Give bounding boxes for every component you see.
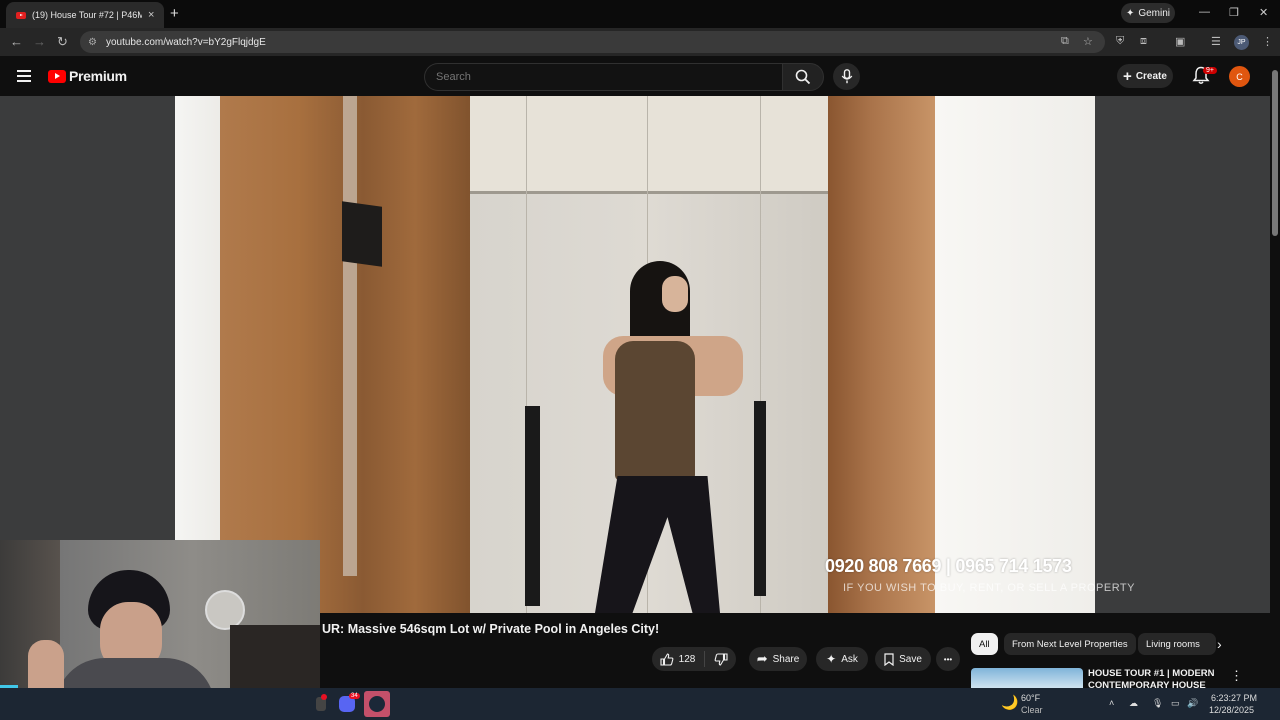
ask-button[interactable]: ✦ Ask	[816, 647, 868, 671]
weather-temperature[interactable]: 60°F	[1021, 693, 1040, 703]
chip-all[interactable]: All	[971, 633, 998, 655]
share-label: Share	[772, 653, 800, 665]
split-view-icon[interactable]: ▣	[1175, 35, 1185, 48]
tab-title: (19) House Tour #72 | P46M LU	[32, 10, 142, 20]
steam-taskbar-button[interactable]	[364, 691, 390, 717]
notification-badge: 9+	[1203, 67, 1217, 74]
new-tab-button[interactable]: +	[170, 5, 179, 22]
shield-extension-icon[interactable]: ⛨	[1116, 35, 1124, 48]
video-overlay-subtitle: IF YOU WISH TO BUY, RENT, OR SELL A PROP…	[843, 582, 1135, 594]
chip-living-rooms[interactable]: Living rooms	[1138, 633, 1216, 655]
video-title: UR: Massive 546sqm Lot w/ Private Pool i…	[322, 622, 660, 636]
browser-menu-icon[interactable]: ⋮	[1262, 35, 1273, 48]
like-divider	[704, 651, 706, 667]
bookmark-star-icon[interactable]: ☆	[1083, 35, 1093, 48]
back-icon[interactable]: ←	[10, 34, 23, 49]
clock-date[interactable]: 12/28/2025	[1209, 705, 1254, 715]
address-bar[interactable]: ⚙ youtube.com/watch?v=bY2gFlqjdgE	[80, 31, 1105, 53]
sparkle-icon: ✦	[1125, 7, 1135, 19]
create-label: Create	[1135, 70, 1167, 82]
gemini-button[interactable]: ✦ Gemini	[1121, 3, 1175, 23]
window-close-button[interactable]: ✕	[1259, 6, 1268, 19]
video-scene-right-wall	[935, 96, 1095, 613]
create-button[interactable]: + Create	[1117, 64, 1173, 88]
user-avatar[interactable]: C	[1229, 66, 1250, 87]
minimize-button[interactable]: —	[1199, 6, 1210, 18]
site-info-icon[interactable]: ⚙	[88, 37, 97, 48]
bookmark-icon	[884, 652, 894, 666]
share-arrow-icon: ➦	[756, 651, 768, 666]
search-box[interactable]	[424, 63, 782, 91]
recording-dot-icon	[321, 694, 327, 700]
youtube-favicon-icon	[16, 11, 26, 19]
extensions-puzzle-icon[interactable]: ⧈	[1140, 35, 1147, 48]
browser-tab[interactable]: (19) House Tour #72 | P46M LU ×	[6, 2, 164, 28]
url-text: youtube.com/watch?v=bY2gFlqjdgE	[105, 36, 266, 48]
video-scene-wood-door-right	[828, 96, 935, 613]
like-button[interactable]: 128	[660, 652, 696, 666]
mic-tray-icon[interactable]: 🎙	[1152, 698, 1163, 709]
weather-description[interactable]: Clear	[1021, 705, 1043, 715]
discord-badge: 34	[349, 693, 360, 699]
search-input[interactable]	[434, 70, 768, 84]
youtube-play-icon	[48, 69, 66, 83]
moon-weather-icon: 🌙	[1001, 694, 1019, 710]
tab-strip	[0, 0, 1280, 28]
sparkle-ask-icon: ✦	[826, 652, 837, 666]
youtube-premium-logo[interactable]: Premium	[48, 68, 127, 84]
more-actions-button[interactable]: •••	[936, 647, 960, 671]
browser-profile-avatar[interactable]: JP	[1234, 35, 1249, 50]
tab-close-button[interactable]: ×	[148, 9, 154, 21]
video-scene-door-edge	[343, 96, 357, 576]
video-scene-person-top	[615, 341, 695, 481]
clock-time[interactable]: 6:23:27 PM	[1211, 693, 1257, 703]
search-icon	[795, 69, 811, 85]
search-button[interactable]	[782, 63, 824, 91]
steam-icon	[369, 696, 385, 712]
forward-icon[interactable]: →	[33, 34, 46, 49]
video-scene-cabinet-upper	[470, 96, 830, 192]
microphone-icon	[841, 69, 852, 84]
voice-search-button[interactable]	[833, 63, 860, 90]
video-scene-cabinet-handle-right	[754, 401, 766, 596]
save-label: Save	[899, 653, 922, 665]
plus-icon: +	[1123, 67, 1132, 85]
install-app-icon[interactable]: ⧉	[1061, 35, 1069, 48]
dislike-button[interactable]	[714, 652, 728, 666]
windows-taskbar	[0, 688, 1280, 720]
video-scene-cabinet-handle-left	[525, 406, 540, 606]
video-scene-person-face	[662, 276, 688, 312]
suggested-video-title[interactable]: HOUSE TOUR #1 | MODERN CONTEMPORARY HOUS…	[1088, 668, 1228, 688]
suggested-video-menu-icon[interactable]: ⋮	[1230, 668, 1243, 684]
gemini-label: Gemini	[1138, 7, 1171, 19]
thumbs-down-icon	[714, 652, 728, 666]
thumbs-up-icon	[660, 652, 674, 666]
reload-icon[interactable]: ↻	[57, 34, 68, 50]
video-scene-cabinet-seam	[470, 191, 830, 194]
reading-list-icon[interactable]: ☰	[1211, 35, 1221, 48]
suggested-video-thumbnail[interactable]	[971, 668, 1083, 688]
guide-menu-icon[interactable]	[17, 70, 31, 85]
like-dislike-group: 128	[652, 647, 736, 671]
chip-from-next-level-properties[interactable]: From Next Level Properties	[1004, 633, 1136, 655]
webcam-fan	[205, 590, 245, 630]
video-phone-overlay: 0920 808 7669 | 0965 714 1573	[825, 556, 1072, 576]
scrollbar-thumb[interactable]	[1272, 70, 1278, 236]
restore-button[interactable]: ❐	[1229, 6, 1239, 19]
chip-next-chevron-icon[interactable]: ›	[1217, 636, 1222, 652]
video-player[interactable]	[175, 96, 1095, 613]
like-count: 128	[678, 653, 696, 665]
network-icon[interactable]: ▭	[1171, 698, 1180, 709]
volume-icon[interactable]: 🔊	[1187, 698, 1198, 709]
share-button[interactable]: ➦ Share	[749, 647, 807, 671]
logo-text: Premium	[69, 68, 127, 84]
tray-chevron-icon[interactable]: ˄	[1109, 698, 1114, 708]
video-scene-hinge	[342, 201, 382, 267]
onedrive-icon[interactable]: ☁	[1129, 698, 1138, 709]
save-button[interactable]: Save	[875, 647, 931, 671]
ask-label: Ask	[841, 653, 858, 665]
